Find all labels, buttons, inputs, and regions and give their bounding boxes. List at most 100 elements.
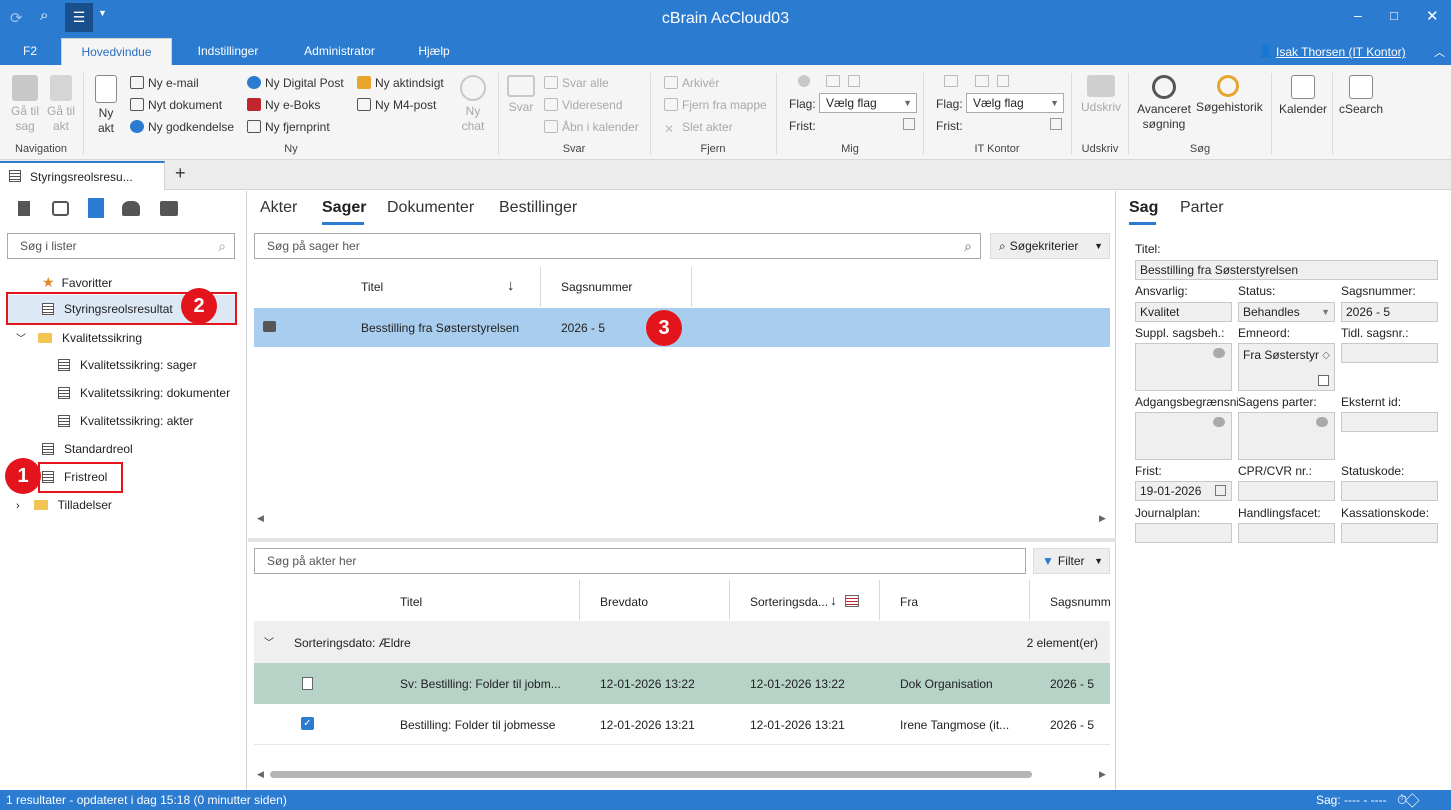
- group-header[interactable]: ﹀ Sorteringsdato: Ældre 2 element(er): [254, 621, 1110, 663]
- new-access-insight-button[interactable]: Ny aktindsigt: [357, 76, 444, 90]
- list-search-input[interactable]: Søg i lister ⌕: [7, 233, 235, 259]
- old-no-field[interactable]: [1341, 343, 1438, 363]
- list-view-icon[interactable]: [88, 198, 104, 218]
- facet-field[interactable]: [1238, 523, 1335, 543]
- goto-act-button[interactable]: Gå til akt: [44, 75, 78, 134]
- scroll-left-icon[interactable]: ◀: [257, 769, 264, 780]
- tab-administrator[interactable]: Administrator: [291, 38, 388, 65]
- tab-indstillinger[interactable]: Indstillinger: [183, 38, 273, 65]
- add-tab-button[interactable]: +: [175, 163, 186, 184]
- it-flag-select[interactable]: Vælg flag ▼: [966, 93, 1064, 113]
- parties-field[interactable]: [1238, 412, 1335, 460]
- suppl-field[interactable]: [1135, 343, 1232, 391]
- tree-item-favoritter[interactable]: ★ Favoritter: [42, 274, 112, 291]
- maximize-icon[interactable]: □: [1390, 8, 1398, 23]
- calendar-icon[interactable]: [1215, 485, 1226, 496]
- reply-all-button[interactable]: Svar alle: [544, 76, 609, 90]
- filter-button[interactable]: ▼ Filter ▼: [1033, 548, 1110, 574]
- case-col-sagsnummer[interactable]: Sagsnummer: [561, 280, 632, 294]
- case-col-titel[interactable]: Titel: [361, 280, 383, 294]
- table-row[interactable]: ✓ Bestilling: Folder til jobmesse 12-01-…: [254, 704, 1110, 745]
- goto-case-button[interactable]: Gå til sag: [6, 75, 44, 134]
- users-icon[interactable]: [122, 201, 140, 216]
- new-act-button[interactable]: Ny akt: [88, 75, 124, 136]
- checkbox-icon[interactable]: ✓: [301, 717, 314, 730]
- splitter[interactable]: [248, 538, 1116, 542]
- deadline-field[interactable]: 19-01-2026: [1135, 481, 1232, 501]
- ribbon-collapse-icon[interactable]: ︿: [1434, 44, 1445, 60]
- tab-f2[interactable]: F2: [12, 38, 48, 65]
- doc-tab-styringsreol[interactable]: Styringsreolsresu...: [0, 161, 165, 190]
- act-col-brevdato[interactable]: Brevdato: [600, 595, 648, 609]
- new-m4-post-button[interactable]: Ny M4-post: [357, 98, 436, 112]
- org-icon[interactable]: [52, 201, 69, 216]
- external-id-field[interactable]: [1341, 412, 1438, 432]
- act-col-sagsnummer[interactable]: Sagsnumme: [1050, 595, 1110, 609]
- table-row[interactable]: Sv: Bestilling: Folder til jobm... 12-01…: [254, 663, 1110, 704]
- new-document-button[interactable]: Nyt dokument: [130, 98, 222, 112]
- new-approval-button[interactable]: Ny godkendelse: [130, 120, 234, 134]
- search-criteria-button[interactable]: ⌕ Søgekriterier ▼: [990, 233, 1110, 259]
- case-no-field[interactable]: 2026 - 5: [1341, 302, 1438, 322]
- tab-hovedvindue[interactable]: Hovedvindue: [61, 38, 172, 65]
- tab-sag[interactable]: Sag: [1129, 199, 1158, 217]
- table-row[interactable]: Besstilling fra Søsterstyrelsen 2026 - 5: [254, 308, 1110, 347]
- remove-folder-button[interactable]: Fjern fra mappe: [664, 98, 767, 112]
- tab-bestillinger[interactable]: Bestillinger: [499, 199, 577, 217]
- statuscode-field[interactable]: [1341, 481, 1438, 501]
- csearch-button[interactable]: cSearch: [1337, 75, 1385, 117]
- tab-parter[interactable]: Parter: [1180, 199, 1224, 217]
- act-col-fra[interactable]: Fra: [900, 595, 918, 609]
- delete-acts-button[interactable]: ✕ Slet akter: [664, 120, 733, 136]
- timer-icon[interactable]: ⏱: [1397, 790, 1407, 810]
- tree-item-kvalitetssikring-dokumenter[interactable]: Kvalitetssikring: dokumenter: [58, 386, 230, 400]
- document-icon[interactable]: [18, 201, 30, 216]
- open-icon[interactable]: [1318, 375, 1329, 386]
- new-remote-print-button[interactable]: Ny fjernprint: [247, 120, 330, 134]
- group-by-icon[interactable]: [845, 595, 859, 607]
- access-field[interactable]: [1135, 412, 1232, 460]
- tab-dokumenter[interactable]: Dokumenter: [387, 199, 474, 217]
- case-search-input[interactable]: Søg på sager her ⌕: [254, 233, 981, 259]
- journal-field[interactable]: [1135, 523, 1232, 543]
- tree-item-tilladelser[interactable]: › Tilladelser: [16, 498, 112, 512]
- tab-sager[interactable]: Sager: [322, 199, 366, 217]
- tree-item-kvalitetssikring-sager[interactable]: Kvalitetssikring: sager: [58, 358, 197, 372]
- calendar-button[interactable]: Kalender: [1275, 75, 1331, 117]
- title-field[interactable]: Besstilling fra Søsterstyrelsen: [1135, 260, 1438, 280]
- sort-desc-icon[interactable]: ↓: [830, 592, 837, 608]
- search-history-button[interactable]: Søgehistorik: [1196, 75, 1263, 115]
- new-email-button[interactable]: Ny e-mail: [130, 76, 199, 90]
- status-select[interactable]: Behandles ▼: [1238, 302, 1335, 322]
- tab-akter[interactable]: Akter: [260, 199, 297, 217]
- responsible-field[interactable]: Kvalitet: [1135, 302, 1232, 322]
- tree-item-kvalitetssikring-akter[interactable]: Kvalitetssikring: akter: [58, 414, 193, 428]
- tree-item-standardreol[interactable]: Standardreol: [42, 442, 133, 456]
- user-name-link[interactable]: Isak Thorsen (IT Kontor): [1276, 45, 1406, 59]
- forward-button[interactable]: Videresend: [544, 98, 623, 112]
- mig-calendar-icon[interactable]: [903, 118, 915, 130]
- reply-button[interactable]: Svar: [503, 75, 539, 115]
- folders-icon[interactable]: [160, 201, 178, 216]
- close-icon[interactable]: ✕: [1426, 7, 1439, 25]
- horizontal-scrollbar[interactable]: [270, 771, 1032, 778]
- archive-button[interactable]: Arkivér: [664, 76, 719, 90]
- tab-hjaelp[interactable]: Hjælp: [404, 38, 464, 65]
- open-calendar-button[interactable]: Åbn i kalender: [544, 120, 639, 134]
- act-col-titel[interactable]: Titel: [400, 595, 422, 609]
- advanced-search-button[interactable]: Avanceret søgning: [1134, 75, 1194, 132]
- new-chat-button[interactable]: Ny chat: [453, 75, 493, 134]
- sort-desc-icon[interactable]: ↓: [507, 277, 515, 294]
- tree-item-kvalitetssikring[interactable]: ﹀ Kvalitetssikring: [16, 330, 142, 345]
- scroll-right-icon[interactable]: ▶: [1099, 769, 1106, 780]
- new-digital-post-button[interactable]: Ny Digital Post: [247, 76, 344, 90]
- keyword-field[interactable]: Fra Søsterstyr ◇: [1238, 343, 1335, 391]
- mig-flag-select[interactable]: Vælg flag ▼: [819, 93, 917, 113]
- cpr-field[interactable]: [1238, 481, 1335, 501]
- act-col-sorteringsdato[interactable]: Sorteringsda...: [750, 595, 828, 609]
- it-calendar-icon[interactable]: [1050, 118, 1062, 130]
- new-eboks-button[interactable]: Ny e-Boks: [247, 98, 320, 112]
- minimize-icon[interactable]: –: [1354, 7, 1362, 23]
- scroll-right-icon[interactable]: ▶: [1099, 513, 1106, 524]
- print-button[interactable]: Udskriv: [1078, 75, 1124, 115]
